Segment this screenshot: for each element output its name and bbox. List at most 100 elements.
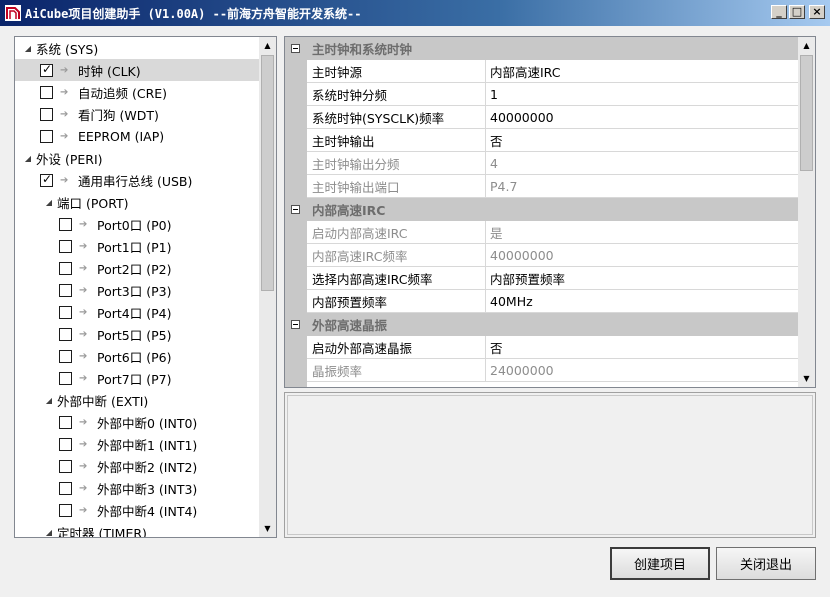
property-row[interactable]: 选择内部高速IRC频率 内部预置频率	[307, 267, 798, 290]
module-checkbox[interactable]	[59, 437, 72, 451]
tree-group[interactable]: ◢ 外部中断 (EXTI)	[15, 389, 259, 411]
module-checkbox[interactable]	[59, 459, 72, 473]
property-value[interactable]: 40000000	[486, 106, 798, 128]
close-window-button[interactable]: ×	[809, 5, 825, 19]
minimize-button[interactable]: _	[771, 5, 787, 19]
tree-group[interactable]: ◢ 外设 (PERI)	[15, 147, 259, 169]
tree-item[interactable]: ➔ 外部中断3 (INT3)	[15, 477, 259, 499]
property-value[interactable]: 否	[486, 129, 798, 151]
expand-arrow-icon[interactable]: ◢	[44, 528, 54, 537]
property-category[interactable]: 主时钟和系统时钟	[285, 37, 798, 60]
module-checkbox[interactable]	[59, 283, 72, 297]
module-checkbox[interactable]	[40, 107, 53, 121]
arrow-icon: ➔	[79, 438, 88, 450]
tree-label: Port6口 (P6)	[97, 349, 172, 365]
property-name: 主时钟输出	[307, 129, 486, 151]
tree-item[interactable]: ➔ Port2口 (P2)	[15, 257, 259, 279]
tree-group[interactable]: ◢ 端口 (PORT)	[15, 191, 259, 213]
property-row[interactable]: 主时钟输出端口 P4.7	[307, 175, 798, 198]
tree-label: 外部中断3 (INT3)	[97, 481, 198, 497]
tree-item[interactable]: ➔ 通用串行总线 (USB)	[15, 169, 259, 191]
arrow-icon: ➔	[79, 482, 88, 494]
arrow-icon: ➔	[79, 306, 88, 318]
property-row[interactable]: 内部预置频率 40MHz	[307, 290, 798, 313]
tree-scrollbar[interactable]: ▲ ▼	[259, 37, 276, 537]
tree-item[interactable]: ➔ 时钟 (CLK)	[15, 59, 259, 81]
tree-item[interactable]: ➔ Port5口 (P5)	[15, 323, 259, 345]
tree-label: 自动追频 (CRE)	[78, 85, 168, 101]
property-value[interactable]: 内部预置频率	[486, 267, 798, 289]
scroll-thumb[interactable]	[261, 55, 274, 291]
tree-item[interactable]: ➔ Port3口 (P3)	[15, 279, 259, 301]
create-project-button[interactable]: 创建项目	[610, 547, 710, 580]
expand-arrow-icon[interactable]: ◢	[23, 154, 33, 163]
property-row[interactable]: 主时钟输出否	[307, 129, 798, 152]
property-value[interactable]: 内部高速IRC	[486, 60, 798, 82]
property-scrollbar[interactable]: ▲ ▼	[798, 37, 815, 387]
property-name: 内部预置频率	[307, 290, 486, 312]
tree-item[interactable]: ➔ 外部中断1 (INT1)	[15, 433, 259, 455]
property-row[interactable]: 晶振频率 24000000	[307, 359, 798, 382]
tree-item[interactable]: ➔ 看门狗 (WDT)	[15, 103, 259, 125]
property-row[interactable]: 启动内部高速IRC 是	[307, 221, 798, 244]
property-row[interactable]: 主时钟源 内部高速IRC	[307, 60, 798, 83]
property-row[interactable]: 主时钟输出分频 4	[307, 152, 798, 175]
module-checkbox[interactable]	[59, 503, 72, 517]
module-checkbox[interactable]	[59, 239, 72, 253]
scroll-up-icon[interactable]: ▲	[798, 37, 815, 54]
property-category[interactable]: 外部高速晶振	[285, 313, 798, 336]
tree-label: 外设 (PERI)	[36, 151, 103, 167]
module-checkbox[interactable]	[59, 327, 72, 341]
tree-item[interactable]: ➔ 外部中断4 (INT4)	[15, 499, 259, 521]
arrow-icon: ➔	[60, 86, 69, 98]
property-name: 晶振频率	[307, 359, 486, 381]
tree-group[interactable]: ◢ 定时器 (TIMER)	[15, 521, 259, 538]
module-checkbox[interactable]	[59, 261, 72, 275]
scroll-thumb[interactable]	[800, 55, 813, 171]
maximize-button[interactable]: □	[789, 5, 805, 19]
module-checkbox[interactable]	[40, 129, 53, 143]
module-checkbox[interactable]	[59, 305, 72, 319]
module-checkbox[interactable]	[40, 85, 53, 99]
tree-label: 定时器 (TIMER)	[57, 525, 147, 538]
tree-item[interactable]: ➔ Port0口 (P0)	[15, 213, 259, 235]
module-checkbox[interactable]	[59, 481, 72, 495]
expand-arrow-icon[interactable]: ◢	[44, 198, 54, 207]
tree-group[interactable]: ◢ 系统 (SYS)	[15, 37, 259, 59]
tree-item[interactable]: ➔ EEPROM (IAP)	[15, 125, 259, 147]
module-checkbox[interactable]	[40, 172, 53, 187]
module-checkbox[interactable]	[59, 349, 72, 363]
tree-item[interactable]: ➔ 外部中断2 (INT2)	[15, 455, 259, 477]
tree-item[interactable]: ➔ Port4口 (P4)	[15, 301, 259, 323]
property-value[interactable]: 1	[486, 83, 798, 105]
property-row[interactable]: 内部高速IRC频率 40000000	[307, 244, 798, 267]
collapse-icon[interactable]	[291, 205, 300, 214]
module-tree[interactable]: ◢系统 (SYS)➔时钟 (CLK)➔自动追频 (CRE)➔看门狗 (WDT)➔…	[14, 36, 277, 538]
module-checkbox[interactable]	[59, 415, 72, 429]
tree-item[interactable]: ➔ 外部中断0 (INT0)	[15, 411, 259, 433]
module-checkbox[interactable]	[40, 62, 53, 77]
property-value[interactable]: 40MHz	[486, 290, 798, 312]
scroll-down-icon[interactable]: ▼	[259, 520, 276, 537]
expand-arrow-icon[interactable]: ◢	[23, 44, 33, 53]
property-row[interactable]: 系统时钟(SYSCLK)频率 40000000	[307, 106, 798, 129]
expand-arrow-icon[interactable]: ◢	[44, 396, 54, 405]
module-checkbox[interactable]	[59, 371, 72, 385]
property-name: 系统时钟(SYSCLK)频率	[307, 106, 486, 128]
collapse-icon[interactable]	[291, 320, 300, 329]
property-category[interactable]: 内部高速IRC	[285, 198, 798, 221]
property-value[interactable]: 否	[486, 336, 798, 358]
tree-item[interactable]: ➔ Port1口 (P1)	[15, 235, 259, 257]
scroll-up-icon[interactable]: ▲	[259, 37, 276, 54]
property-name: 启动内部高速IRC	[307, 221, 486, 243]
collapse-icon[interactable]	[291, 44, 300, 53]
property-row[interactable]: 启动外部高速晶振否	[307, 336, 798, 359]
property-grid[interactable]: 主时钟和系统时钟 主时钟源 内部高速IRC 系统时钟分频 1 系统时钟(SYSCLK)频率…	[284, 36, 816, 388]
tree-item[interactable]: ➔ Port7口 (P7)	[15, 367, 259, 389]
tree-item[interactable]: ➔ 自动追频 (CRE)	[15, 81, 259, 103]
tree-item[interactable]: ➔ Port6口 (P6)	[15, 345, 259, 367]
close-exit-button[interactable]: 关闭退出	[716, 547, 816, 580]
property-row[interactable]: 系统时钟分频 1	[307, 83, 798, 106]
scroll-down-icon[interactable]: ▼	[798, 370, 815, 387]
module-checkbox[interactable]	[59, 217, 72, 231]
